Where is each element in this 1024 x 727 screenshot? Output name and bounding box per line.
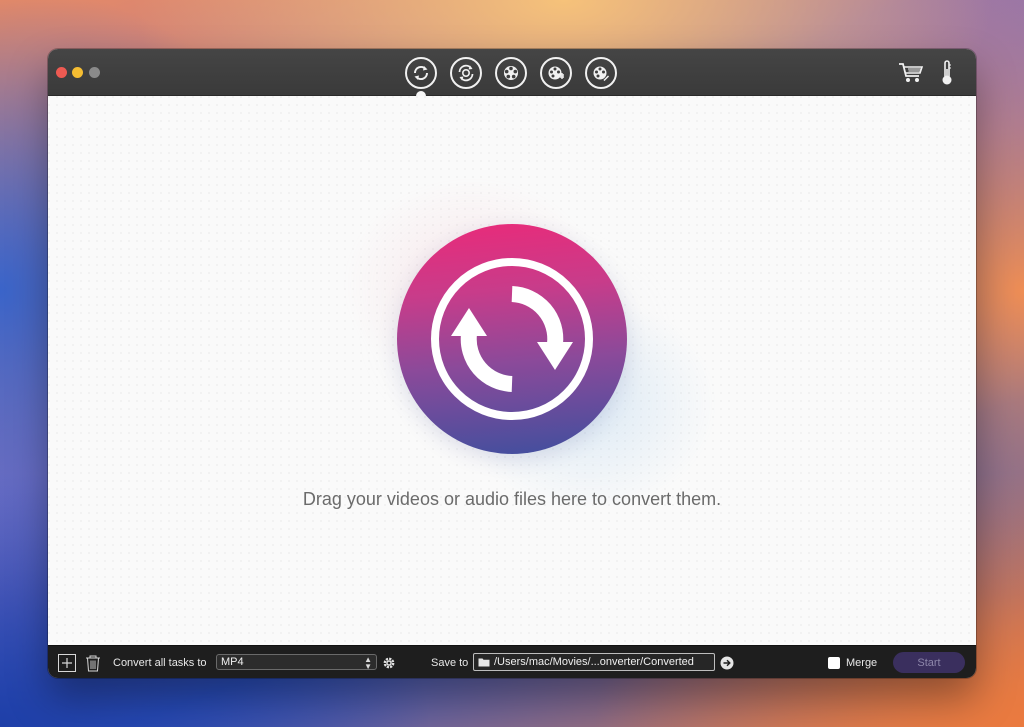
add-file-button[interactable] [58, 646, 76, 678]
output-format-select[interactable]: MP4 ▲ ▼ [216, 654, 377, 671]
merge-checkbox[interactable] [828, 657, 840, 669]
cart-icon[interactable] [898, 62, 924, 84]
rotate-reel-icon [458, 64, 474, 82]
tool-convert-button[interactable] [405, 57, 437, 96]
convert-hero [397, 224, 627, 454]
close-window-button[interactable] [56, 67, 67, 78]
format-settings-button[interactable] [382, 646, 396, 678]
merge-label: Merge [846, 656, 878, 669]
trash-icon [86, 655, 100, 671]
zoom-window-button[interactable] [89, 67, 100, 78]
open-folder-arrow-icon[interactable] [720, 656, 734, 670]
tool-film-pen-button[interactable] [585, 57, 617, 89]
drop-zone[interactable]: Drag your videos or audio files here to … [48, 96, 976, 645]
save-path-field[interactable]: /Users/mac/Movies/...onverter/Converted [473, 653, 715, 671]
main-toolbar [405, 57, 617, 96]
drop-hint-text: Drag your videos or audio files here to … [302, 489, 722, 509]
folder-icon [478, 658, 490, 667]
select-arrows-icon: ▲ ▼ [364, 655, 372, 671]
convert-icon [413, 65, 429, 81]
delete-task-button[interactable] [84, 646, 102, 678]
start-button[interactable]: Start [893, 652, 965, 673]
tool-film-edit-button[interactable] [540, 57, 572, 89]
thermometer-icon[interactable] [940, 60, 954, 86]
plus-icon [58, 653, 76, 672]
film-reel-edit-icon [548, 66, 564, 80]
save-path-text: /Users/mac/Movies/...onverter/Converted [494, 656, 694, 668]
title-bar [48, 49, 976, 96]
convert-arrows-icon [431, 258, 593, 420]
output-format-value: MP4 [221, 656, 244, 668]
convert-all-label: Convert all tasks to [113, 656, 207, 669]
app-window: Drag your videos or audio files here to … [48, 49, 976, 678]
tool-film-button[interactable] [495, 57, 527, 89]
tool-rotate-button[interactable] [450, 57, 482, 89]
minimize-window-button[interactable] [72, 67, 83, 78]
gear-icon [383, 657, 395, 668]
bottom-bar: Convert all tasks to MP4 ▲ ▼ Save to /Use… [48, 645, 976, 678]
save-to-label: Save to [431, 656, 469, 669]
film-reel-pen-icon [593, 66, 610, 82]
film-reel-icon [504, 66, 518, 80]
